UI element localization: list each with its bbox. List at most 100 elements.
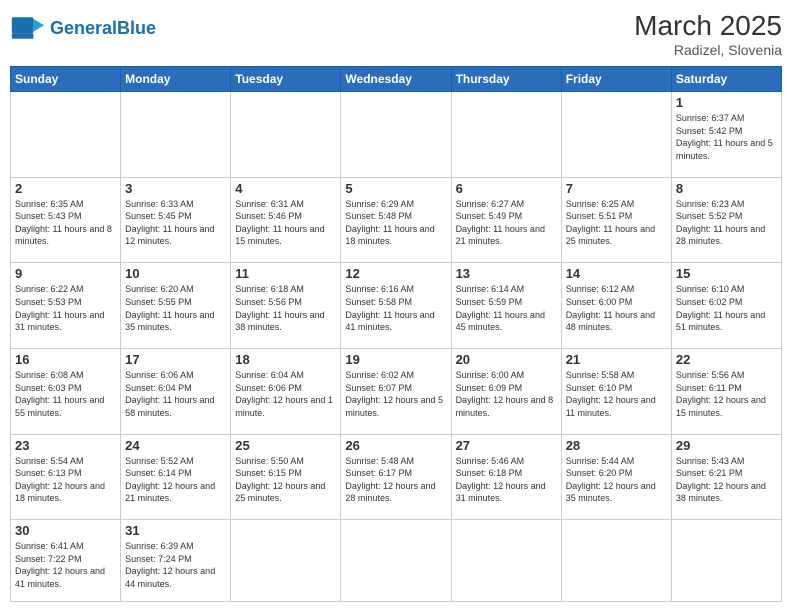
day-number-2: 2 [15, 181, 116, 196]
cell-content-4-4: Sunrise: 5:46 AM Sunset: 6:18 PM Dayligh… [456, 455, 557, 505]
generalblue-logo-icon [10, 10, 46, 46]
cell-1-4: 6 Sunrise: 6:27 AM Sunset: 5:49 PM Daylig… [451, 177, 561, 263]
cell-3-2: 18Sunrise: 6:04 AM Sunset: 6:06 PM Dayli… [231, 348, 341, 434]
cell-content-2-3: Sunrise: 6:16 AM Sunset: 5:58 PM Dayligh… [345, 283, 446, 333]
day-number-17: 17 [125, 352, 226, 367]
cell-5-6 [671, 520, 781, 602]
weekday-header-row: Sunday Monday Tuesday Wednesday Thursday… [11, 67, 782, 92]
cell-5-4 [451, 520, 561, 602]
cell-content-1-6: Sunrise: 6:23 AM Sunset: 5:52 PM Dayligh… [676, 198, 777, 248]
cell-2-0: 9 Sunrise: 6:22 AM Sunset: 5:53 PM Daylig… [11, 263, 121, 349]
cell-0-1 [121, 92, 231, 178]
day-number-30: 30 [15, 523, 116, 538]
cell-2-3: 12Sunrise: 6:16 AM Sunset: 5:58 PM Dayli… [341, 263, 451, 349]
cell-4-6: 29 Sunrise: 5:43 AM Sunset: 6:21 PM Dayli… [671, 434, 781, 520]
cell-4-3: 26 Sunrise: 5:48 AM Sunset: 6:17 PM Dayli… [341, 434, 451, 520]
cell-3-4: 20Sunrise: 6:00 AM Sunset: 6:09 PM Dayli… [451, 348, 561, 434]
day-number-9: 9 [15, 266, 116, 281]
day-number-22: 22 [676, 352, 777, 367]
cell-content-4-5: Sunrise: 5:44 AM Sunset: 6:20 PM Dayligh… [566, 455, 667, 505]
cell-0-5 [561, 92, 671, 178]
week-row-3: 16 Sunrise: 6:08 AM Sunset: 6:03 PM Dayli… [11, 348, 782, 434]
week-row-4: 23Sunrise: 5:54 AM Sunset: 6:13 PM Dayli… [11, 434, 782, 520]
week-row-1: 2 Sunrise: 6:35 AM Sunset: 5:43 PM Daylig… [11, 177, 782, 263]
title-block: March 2025 Radizel, Slovenia [634, 10, 782, 58]
cell-2-6: 15Sunrise: 6:10 AM Sunset: 6:02 PM Dayli… [671, 263, 781, 349]
cell-content-3-1: Sunrise: 6:06 AM Sunset: 6:04 PM Dayligh… [125, 369, 226, 419]
day-number-10: 10 [125, 266, 226, 281]
cell-content-3-3: Sunrise: 6:02 AM Sunset: 6:07 PM Dayligh… [345, 369, 446, 419]
day-number-16: 16 [15, 352, 116, 367]
cell-3-0: 16 Sunrise: 6:08 AM Sunset: 6:03 PM Dayli… [11, 348, 121, 434]
cell-1-1: 3Sunrise: 6:33 AM Sunset: 5:45 PM Daylig… [121, 177, 231, 263]
day-number-5: 5 [345, 181, 446, 196]
cell-content-3-5: Sunrise: 5:58 AM Sunset: 6:10 PM Dayligh… [566, 369, 667, 419]
header-sunday: Sunday [11, 67, 121, 92]
cell-content-2-5: Sunrise: 6:12 AM Sunset: 6:00 PM Dayligh… [566, 283, 667, 333]
day-number-26: 26 [345, 438, 446, 453]
day-number-8: 8 [676, 181, 777, 196]
cell-5-1: 31Sunrise: 6:39 AM Sunset: 7:24 PM Dayli… [121, 520, 231, 602]
cell-content-3-0: Sunrise: 6:08 AM Sunset: 6:03 PM Dayligh… [15, 369, 116, 419]
day-number-29: 29 [676, 438, 777, 453]
day-number-24: 24 [125, 438, 226, 453]
cell-2-4: 13Sunrise: 6:14 AM Sunset: 5:59 PM Dayli… [451, 263, 561, 349]
calendar-table: Sunday Monday Tuesday Wednesday Thursday… [10, 66, 782, 602]
location: Radizel, Slovenia [634, 42, 782, 58]
cell-content-4-3: Sunrise: 5:48 AM Sunset: 6:17 PM Dayligh… [345, 455, 446, 505]
cell-2-2: 11Sunrise: 6:18 AM Sunset: 5:56 PM Dayli… [231, 263, 341, 349]
cell-content-1-0: Sunrise: 6:35 AM Sunset: 5:43 PM Dayligh… [15, 198, 116, 248]
cell-4-2: 25Sunrise: 5:50 AM Sunset: 6:15 PM Dayli… [231, 434, 341, 520]
cell-1-6: 8 Sunrise: 6:23 AM Sunset: 5:52 PM Daylig… [671, 177, 781, 263]
day-number-20: 20 [456, 352, 557, 367]
cell-2-1: 10 Sunrise: 6:20 AM Sunset: 5:55 PM Dayli… [121, 263, 231, 349]
cell-5-2 [231, 520, 341, 602]
day-number-27: 27 [456, 438, 557, 453]
cell-content-4-0: Sunrise: 5:54 AM Sunset: 6:13 PM Dayligh… [15, 455, 116, 505]
cell-5-3 [341, 520, 451, 602]
cell-content-4-6: Sunrise: 5:43 AM Sunset: 6:21 PM Dayligh… [676, 455, 777, 505]
cell-3-6: 22 Sunrise: 5:56 AM Sunset: 6:11 PM Dayli… [671, 348, 781, 434]
day-number-21: 21 [566, 352, 667, 367]
header: GeneralBlue March 2025 Radizel, Slovenia [10, 10, 782, 58]
cell-0-3 [341, 92, 451, 178]
cell-content-3-6: Sunrise: 5:56 AM Sunset: 6:11 PM Dayligh… [676, 369, 777, 419]
logo-general: General [50, 18, 117, 38]
cell-content-2-0: Sunrise: 6:22 AM Sunset: 5:53 PM Dayligh… [15, 283, 116, 333]
cell-content-1-5: Sunrise: 6:25 AM Sunset: 5:51 PM Dayligh… [566, 198, 667, 248]
cell-4-5: 28Sunrise: 5:44 AM Sunset: 6:20 PM Dayli… [561, 434, 671, 520]
cell-content-2-6: Sunrise: 6:10 AM Sunset: 6:02 PM Dayligh… [676, 283, 777, 333]
day-number-18: 18 [235, 352, 336, 367]
cell-1-5: 7Sunrise: 6:25 AM Sunset: 5:51 PM Daylig… [561, 177, 671, 263]
header-tuesday: Tuesday [231, 67, 341, 92]
day-number-6: 6 [456, 181, 557, 196]
cell-2-5: 14Sunrise: 6:12 AM Sunset: 6:00 PM Dayli… [561, 263, 671, 349]
cell-content-2-2: Sunrise: 6:18 AM Sunset: 5:56 PM Dayligh… [235, 283, 336, 333]
cell-content-5-0: Sunrise: 6:41 AM Sunset: 7:22 PM Dayligh… [15, 540, 116, 590]
logo: GeneralBlue [10, 10, 156, 46]
header-wednesday: Wednesday [341, 67, 451, 92]
cell-3-1: 17 Sunrise: 6:06 AM Sunset: 6:04 PM Dayli… [121, 348, 231, 434]
cell-0-0 [11, 92, 121, 178]
week-row-5: 30 Sunrise: 6:41 AM Sunset: 7:22 PM Dayli… [11, 520, 782, 602]
cell-3-5: 21 Sunrise: 5:58 AM Sunset: 6:10 PM Dayli… [561, 348, 671, 434]
header-friday: Friday [561, 67, 671, 92]
week-row-0: 1Sunrise: 6:37 AM Sunset: 5:42 PM Daylig… [11, 92, 782, 178]
cell-content-1-3: Sunrise: 6:29 AM Sunset: 5:48 PM Dayligh… [345, 198, 446, 248]
day-number-3: 3 [125, 181, 226, 196]
cell-content-1-2: Sunrise: 6:31 AM Sunset: 5:46 PM Dayligh… [235, 198, 336, 248]
day-number-31: 31 [125, 523, 226, 538]
cell-content-2-1: Sunrise: 6:20 AM Sunset: 5:55 PM Dayligh… [125, 283, 226, 333]
week-row-2: 9 Sunrise: 6:22 AM Sunset: 5:53 PM Daylig… [11, 263, 782, 349]
cell-3-3: 19 Sunrise: 6:02 AM Sunset: 6:07 PM Dayli… [341, 348, 451, 434]
month-year: March 2025 [634, 10, 782, 42]
day-number-4: 4 [235, 181, 336, 196]
header-monday: Monday [121, 67, 231, 92]
cell-5-0: 30 Sunrise: 6:41 AM Sunset: 7:22 PM Dayli… [11, 520, 121, 602]
day-number-25: 25 [235, 438, 336, 453]
day-number-19: 19 [345, 352, 446, 367]
cell-content-1-4: Sunrise: 6:27 AM Sunset: 5:49 PM Dayligh… [456, 198, 557, 248]
logo-text: GeneralBlue [50, 19, 156, 37]
cell-content-2-4: Sunrise: 6:14 AM Sunset: 5:59 PM Dayligh… [456, 283, 557, 333]
logo-blue: Blue [117, 18, 156, 38]
